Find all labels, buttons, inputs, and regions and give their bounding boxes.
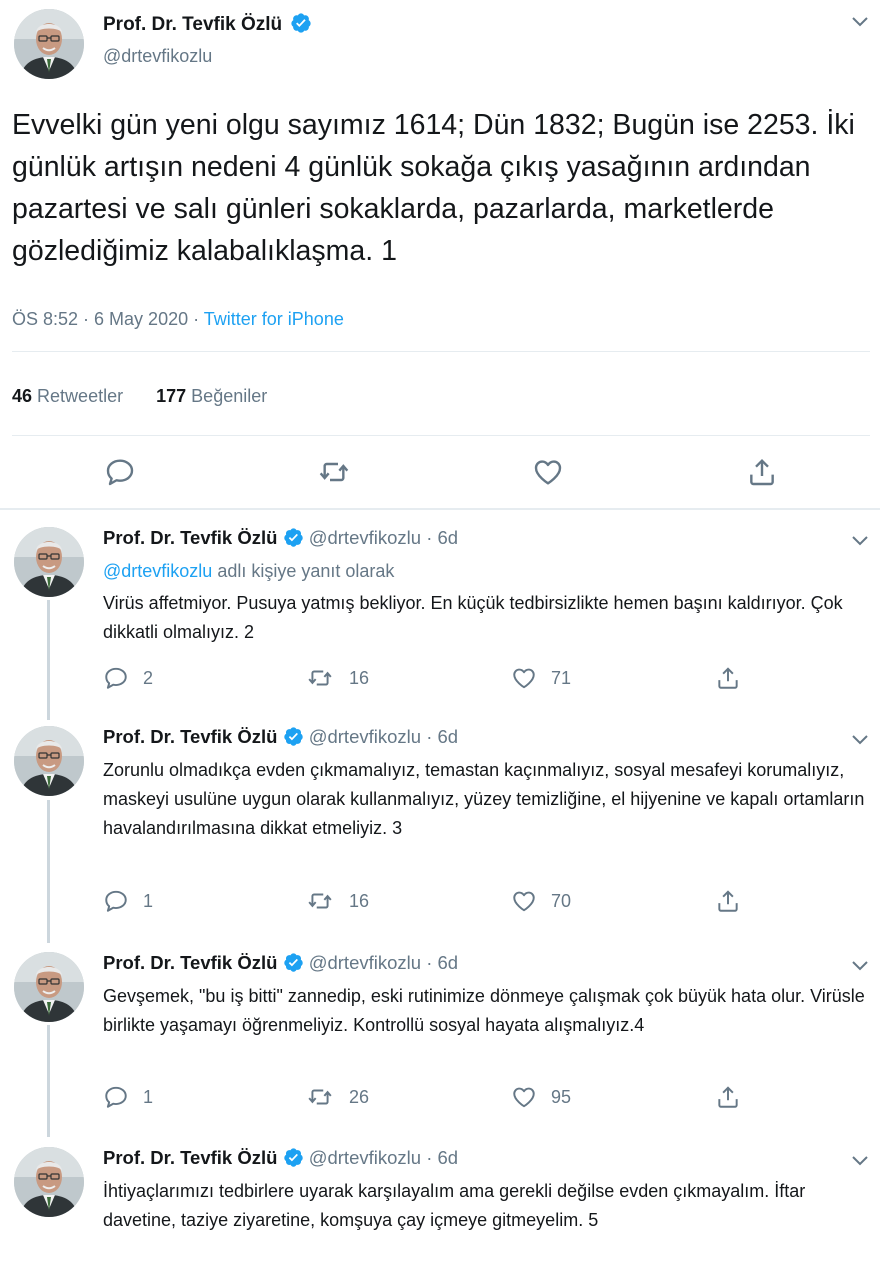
share-action[interactable] bbox=[715, 665, 741, 691]
avatar[interactable] bbox=[14, 726, 84, 796]
like-count: 71 bbox=[551, 667, 572, 688]
likes-label: Beğeniler bbox=[191, 386, 268, 406]
chevron-down-icon[interactable] bbox=[850, 15, 870, 29]
reply-tweet[interactable]: Prof. Dr. Tevfik Özlü @drtevfikozlu · 6d… bbox=[0, 527, 880, 697]
reply-icon[interactable] bbox=[104, 456, 136, 488]
share-icon bbox=[715, 1084, 741, 1110]
tweet-text: İhtiyaçlarımızı tedbirlere uyarak karşıl… bbox=[103, 1181, 806, 1230]
retweet-icon bbox=[305, 1084, 335, 1110]
avatar[interactable] bbox=[14, 952, 84, 1022]
verified-badge-icon bbox=[283, 527, 304, 548]
heart-icon bbox=[511, 665, 537, 691]
divider bbox=[12, 351, 870, 352]
like-action[interactable]: 70 bbox=[511, 888, 571, 914]
reply-action[interactable]: 1 bbox=[103, 888, 153, 914]
author-name[interactable]: Prof. Dr. Tevfik Özlü bbox=[103, 14, 312, 36]
reply-count: 2 bbox=[143, 667, 154, 688]
retweet-action[interactable]: 16 bbox=[305, 888, 369, 914]
verified-badge-icon bbox=[283, 1147, 304, 1168]
reply-tweet[interactable]: Prof. Dr. Tevfik Özlü @drtevfikozlu · 6d… bbox=[0, 1147, 880, 1274]
author-handle[interactable]: @drtevfikozlu bbox=[309, 527, 421, 548]
reply-icon bbox=[103, 888, 129, 914]
divider bbox=[0, 508, 880, 510]
like-action[interactable]: 71 bbox=[511, 665, 571, 691]
author-name[interactable]: Prof. Dr. Tevfik Özlü bbox=[103, 527, 277, 548]
reply-tweet[interactable]: Prof. Dr. Tevfik Özlü @drtevfikozlu · 6d… bbox=[0, 726, 880, 926]
retweets-count: 46 bbox=[12, 386, 33, 406]
tweet-age[interactable]: · 6d bbox=[426, 952, 458, 973]
retweets-label: Retweetler bbox=[37, 386, 124, 406]
heart-icon bbox=[511, 888, 537, 914]
reply-count: 1 bbox=[143, 890, 154, 911]
author-handle[interactable]: @drtevfikozlu bbox=[309, 952, 421, 973]
retweet-action[interactable]: 26 bbox=[305, 1084, 369, 1110]
likes-count: 177 bbox=[156, 386, 187, 406]
tweet-age[interactable]: · 6d bbox=[426, 1147, 458, 1168]
reply-tweet[interactable]: Prof. Dr. Tevfik Özlü @drtevfikozlu · 6d… bbox=[0, 952, 880, 1122]
avatar[interactable] bbox=[14, 9, 84, 79]
author-handle[interactable]: @drtevfikozlu bbox=[309, 726, 421, 747]
like-count: 95 bbox=[551, 1086, 572, 1107]
share-icon bbox=[715, 665, 741, 691]
tweet-text: Zorunlu olmadıkça evden çıkmamalıyız, te… bbox=[103, 760, 865, 838]
author-name[interactable]: Prof. Dr. Tevfik Özlü bbox=[103, 1147, 277, 1168]
tweet-stats: 46 Retweetler 177 Beğeniler bbox=[12, 386, 267, 407]
avatar[interactable] bbox=[14, 1147, 84, 1217]
tweet-actions: 1 16 70 bbox=[103, 888, 783, 918]
chevron-down-icon[interactable] bbox=[850, 1154, 870, 1168]
reply-action[interactable]: 2 bbox=[103, 665, 153, 691]
divider bbox=[12, 435, 870, 436]
tweet-text: Gevşemek, "bu iş bitti" zannedip, eski r… bbox=[103, 986, 865, 1035]
tweet-actions: 1 26 95 bbox=[103, 1084, 783, 1114]
retweet-count: 16 bbox=[349, 667, 370, 688]
reply-count: 1 bbox=[143, 1086, 154, 1107]
author-name[interactable]: Prof. Dr. Tevfik Özlü bbox=[103, 952, 277, 973]
reply-header: Prof. Dr. Tevfik Özlü @drtevfikozlu · 6d bbox=[103, 726, 458, 748]
tweet-text: Evvelki gün yeni olgu sayımız 1614; Dün … bbox=[12, 109, 855, 267]
author-handle[interactable]: @drtevfikozlu bbox=[309, 1147, 421, 1168]
reply-action[interactable]: 1 bbox=[103, 1084, 153, 1110]
author-name-text[interactable]: Prof. Dr. Tevfik Özlü bbox=[103, 14, 282, 35]
avatar[interactable] bbox=[14, 527, 84, 597]
tweet-actions: 2 16 71 bbox=[103, 665, 783, 695]
tweet-meta: ÖS 8:52 · 6 May 2020 · Twitter for iPhon… bbox=[12, 309, 344, 330]
retweet-count: 26 bbox=[349, 1086, 370, 1107]
tweet-timestamp[interactable]: ÖS 8:52 · 6 May 2020 · bbox=[12, 309, 204, 329]
share-icon[interactable] bbox=[746, 456, 778, 488]
retweet-icon bbox=[305, 888, 335, 914]
reply-icon bbox=[103, 1084, 129, 1110]
reply-to-suffix: adlı kişiye yanıt olarak bbox=[212, 561, 395, 581]
reply-header: Prof. Dr. Tevfik Özlü @drtevfikozlu · 6d bbox=[103, 952, 458, 974]
verified-badge-icon bbox=[283, 726, 304, 747]
like-action[interactable]: 95 bbox=[511, 1084, 571, 1110]
heart-icon bbox=[511, 1084, 537, 1110]
share-icon bbox=[715, 888, 741, 914]
tweet-age[interactable]: · 6d bbox=[426, 527, 458, 548]
retweet-icon[interactable] bbox=[318, 456, 350, 488]
share-action[interactable] bbox=[715, 888, 741, 914]
chevron-down-icon[interactable] bbox=[850, 733, 870, 747]
verified-badge-icon bbox=[283, 952, 304, 973]
tweet-age[interactable]: · 6d bbox=[426, 726, 458, 747]
reply-icon bbox=[103, 665, 129, 691]
retweet-icon bbox=[305, 665, 335, 691]
heart-icon[interactable] bbox=[532, 456, 564, 488]
author-name[interactable]: Prof. Dr. Tevfik Özlü bbox=[103, 726, 277, 747]
reply-context: @drtevfikozlu adlı kişiye yanıt olarak bbox=[103, 557, 868, 586]
like-count: 70 bbox=[551, 890, 572, 911]
verified-badge-icon bbox=[290, 12, 312, 34]
retweet-count: 16 bbox=[349, 890, 370, 911]
tweet-text: Virüs affetmiyor. Pusuya yatmış bekliyor… bbox=[103, 593, 843, 642]
reply-to-handle[interactable]: @drtevfikozlu bbox=[103, 561, 212, 581]
tweet-source-link[interactable]: Twitter for iPhone bbox=[204, 309, 344, 329]
reply-header: Prof. Dr. Tevfik Özlü @drtevfikozlu · 6d bbox=[103, 1147, 458, 1169]
author-handle[interactable]: @drtevfikozlu bbox=[103, 46, 212, 67]
chevron-down-icon[interactable] bbox=[850, 534, 870, 548]
likes-stat[interactable]: 177 Beğeniler bbox=[156, 386, 267, 406]
retweet-action[interactable]: 16 bbox=[305, 665, 369, 691]
retweets-stat[interactable]: 46 Retweetler bbox=[12, 386, 123, 406]
reply-header: Prof. Dr. Tevfik Özlü @drtevfikozlu · 6d bbox=[103, 527, 458, 549]
share-action[interactable] bbox=[715, 1084, 741, 1110]
chevron-down-icon[interactable] bbox=[850, 959, 870, 973]
